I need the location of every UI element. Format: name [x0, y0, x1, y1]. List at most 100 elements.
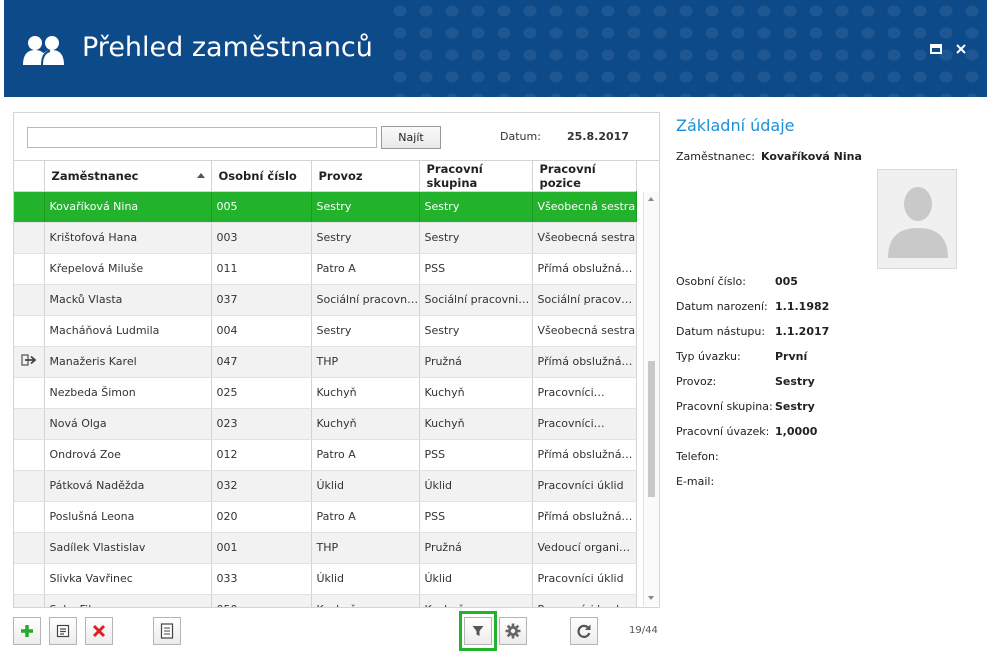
table-row[interactable]: Nezbeda Šimon 025 Kuchyň Kuchyň Pracovníci…	[14, 377, 637, 409]
cell-work-group: PSS	[419, 439, 533, 471]
cell-work-group: Sestry	[419, 222, 533, 254]
cell-operation: Sestry	[311, 222, 420, 254]
cell-employee: Nezbeda Šimon	[44, 377, 212, 409]
scroll-down-icon[interactable]	[648, 596, 654, 600]
table-row[interactable]: Kovaříková Nina 005 Sestry Sestry Všeobecná …	[14, 191, 637, 223]
employee-table: Zaměstnanec Osobní číslo Provoz Pracovní…	[14, 161, 637, 607]
row-indicator-cell	[14, 470, 45, 502]
search-input[interactable]	[27, 127, 377, 148]
cell-personal-number: 012	[211, 439, 312, 471]
vertical-scrollbar[interactable]	[643, 192, 659, 606]
detail-title: Základní údaje	[676, 116, 795, 135]
row-indicator-cell	[14, 439, 45, 471]
cell-work-position: Přímá obslužná…	[532, 439, 637, 471]
detail-field-value: 1.1.2017	[775, 325, 830, 338]
row-indicator-cell	[14, 191, 45, 223]
cell-work-position: Pracovníci úklid	[532, 470, 637, 502]
date-label: Datum:	[500, 130, 541, 143]
cell-operation: Sestry	[311, 191, 420, 223]
cell-personal-number: 037	[211, 284, 312, 316]
column-header-personal-number[interactable]: Osobní číslo	[211, 161, 312, 192]
detail-field-label: Pracovní skupina:	[676, 400, 773, 413]
cell-employee: Manažeris Karel	[44, 346, 212, 378]
table-row[interactable]: Nová Olga 023 Kuchyň Kuchyň Pracovníci…	[14, 408, 637, 440]
cell-work-position: Pracovníci…	[532, 408, 637, 440]
cell-personal-number: 032	[211, 470, 312, 502]
cell-operation: THP	[311, 346, 420, 378]
table-header-row: Zaměstnanec Osobní číslo Provoz Pracovní…	[14, 161, 637, 192]
table-row[interactable]: Ondrová Zoe 012 Patro A PSS Přímá obslužná…	[14, 439, 637, 471]
plus-icon	[21, 625, 33, 637]
add-button[interactable]	[13, 617, 41, 645]
document-icon	[160, 623, 174, 639]
cell-operation: Patro A	[311, 501, 420, 533]
cell-employee: Pátková Naděžda	[44, 470, 212, 502]
row-indicator-cell	[14, 253, 45, 285]
table-row[interactable]: Sadílek Vlastislav 001 THP Pružná Vedoucí or…	[14, 532, 637, 564]
row-indicator-cell	[14, 563, 45, 595]
scroll-up-icon[interactable]	[648, 197, 654, 201]
cell-personal-number: 004	[211, 315, 312, 347]
cell-work-group: Kuchyň	[419, 408, 533, 440]
maximize-icon[interactable]	[929, 42, 943, 56]
cell-work-group: Sociální pracovnice …	[419, 284, 533, 316]
row-indicator-cell	[14, 222, 45, 254]
employee-list-panel: Najít Datum: 25.8.2017 Zaměstnanec Osobn…	[13, 112, 660, 608]
table-row[interactable]: Slivka Vavřinec 033 Úklid Úklid Pracovníci ú…	[14, 563, 637, 595]
edit-button[interactable]	[49, 617, 77, 645]
table-row[interactable]: Macháňová Ludmila 004 Sestry Sestry Všeobecn…	[14, 315, 637, 347]
table-row[interactable]: Křepelová Miluše 011 Patro A PSS Přímá obslu…	[14, 253, 637, 285]
cell-operation: Úklid	[311, 470, 420, 502]
cell-operation: Patro A	[311, 439, 420, 471]
table-row[interactable]: Poslušná Leona 020 Patro A PSS Přímá obslužn…	[14, 501, 637, 533]
row-indicator-cell	[14, 501, 45, 533]
find-button[interactable]: Najít	[381, 126, 441, 149]
cell-work-position: Přímá obslužná…	[532, 253, 637, 285]
cell-operation: Kuchyň	[311, 377, 420, 409]
sort-ascending-icon	[196, 173, 205, 178]
column-header-work-position[interactable]: Pracovní pozice	[532, 161, 637, 192]
employee-photo	[877, 169, 957, 269]
cell-work-position: Pracovníci kuchyň	[532, 594, 637, 607]
cell-employee: Macháňová Ludmila	[44, 315, 212, 347]
cell-work-group: Úklid	[419, 470, 533, 502]
record-count: 19/44	[629, 625, 658, 636]
column-header-operation[interactable]: Provoz	[311, 161, 420, 192]
cell-personal-number: 001	[211, 532, 312, 564]
cell-work-group: Úklid	[419, 563, 533, 595]
row-indicator-cell	[14, 346, 45, 378]
report-button[interactable]	[153, 617, 181, 645]
cell-personal-number: 050	[211, 594, 312, 607]
cell-operation: Sestry	[311, 315, 420, 347]
column-header-indicator	[14, 161, 45, 192]
detail-field-value: První	[775, 350, 808, 363]
scroll-thumb[interactable]	[648, 361, 655, 497]
table-row[interactable]: Soka Filomena050KuchyňKuchyňPracovníci k…	[14, 594, 637, 607]
page-title: Přehled zaměstnanců	[82, 32, 373, 63]
cell-work-position: Přímá obslužná…	[532, 501, 637, 533]
delete-x-icon	[92, 624, 106, 638]
cell-operation: Sociální pracovníci	[311, 284, 420, 316]
table-row[interactable]: Macků Vlasta 037 Sociální pracovníci Sociál…	[14, 284, 637, 316]
detail-field-value: 1.1.1982	[775, 300, 830, 313]
table-row[interactable]: Manažeris Karel 047 THP Pružná Přímá obslužn…	[14, 346, 637, 378]
detail-field-value: Sestry	[775, 400, 815, 413]
close-icon[interactable]	[954, 42, 968, 56]
cell-work-group: PSS	[419, 253, 533, 285]
cell-work-position: Pracovníci úklid	[532, 563, 637, 595]
employee-value: Kovaříková Nina	[761, 150, 862, 163]
detail-field-value: 005	[775, 275, 798, 288]
cell-work-group: Pružná	[419, 532, 533, 564]
table-row[interactable]: Pátková Naděžda 032 Úklid Úklid Pracovníci ú…	[14, 470, 637, 502]
table-row[interactable]: Krištofová Hana 003 Sestry Sestry Všeobecná …	[14, 222, 637, 254]
cell-personal-number: 011	[211, 253, 312, 285]
delete-button[interactable]	[85, 617, 113, 645]
column-header-employee[interactable]: Zaměstnanec	[44, 161, 212, 192]
app-window: Přehled zaměstnanců Najít Datum: 25.8.20…	[0, 0, 991, 658]
row-indicator-cell	[14, 315, 45, 347]
refresh-button[interactable]	[570, 617, 598, 645]
filter-button[interactable]	[464, 617, 492, 645]
column-header-work-group[interactable]: Pracovní skupina	[419, 161, 533, 192]
detail-field-label: Datum narození:	[676, 300, 768, 313]
settings-button[interactable]	[499, 617, 527, 645]
